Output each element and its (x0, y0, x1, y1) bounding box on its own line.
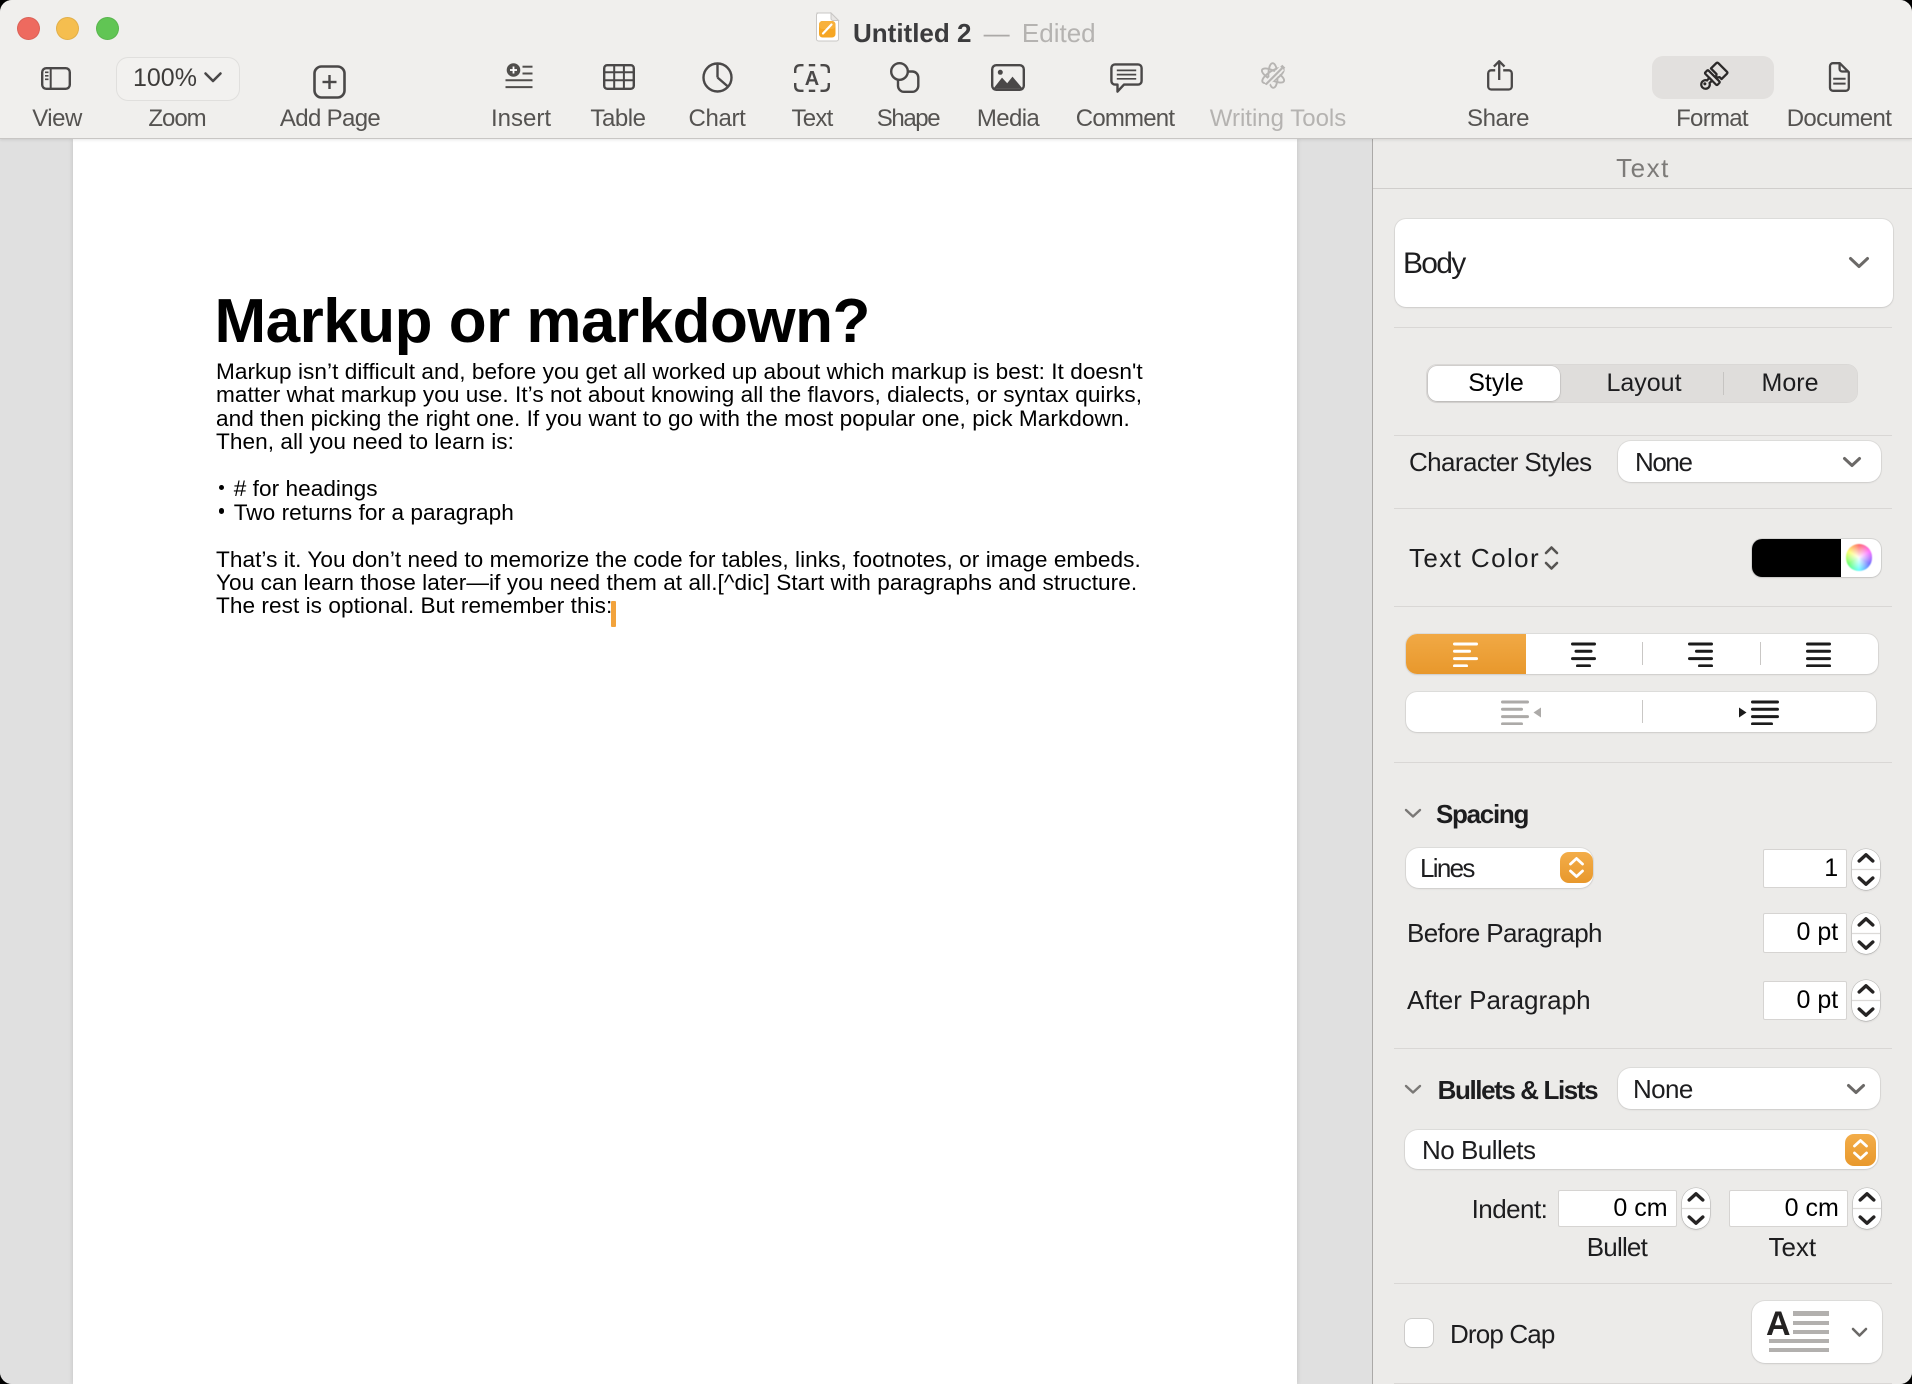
svg-text:A: A (805, 68, 819, 90)
